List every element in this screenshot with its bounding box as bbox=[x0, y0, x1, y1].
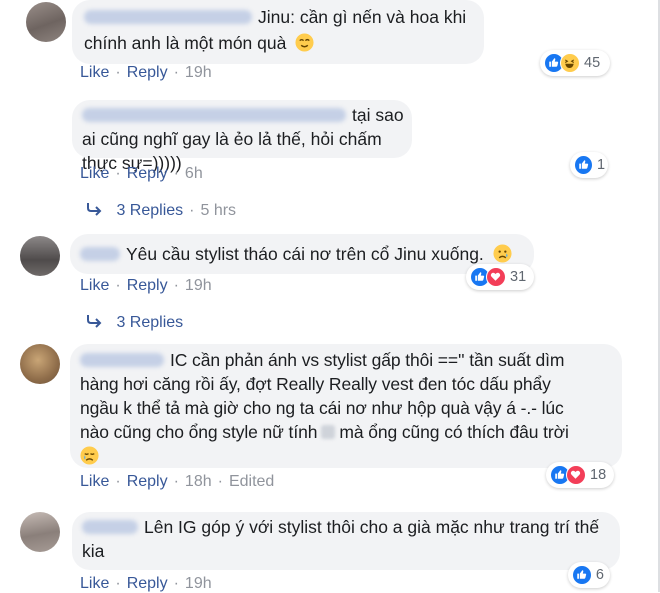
avatar[interactable] bbox=[20, 512, 60, 552]
reply-arrow-icon bbox=[87, 203, 102, 216]
reaction-count: 1 bbox=[597, 157, 606, 173]
reply-link[interactable]: Reply bbox=[127, 64, 168, 81]
like-link[interactable]: Like bbox=[80, 64, 109, 81]
avatar[interactable] bbox=[20, 344, 60, 384]
comment-text: Jinu: cần gì nến và hoa khi chính anh là… bbox=[84, 7, 467, 53]
comment-actions: Like · Reply · 6h bbox=[80, 165, 203, 182]
author-name-hidden[interactable] bbox=[82, 108, 346, 122]
haha-reaction-icon bbox=[560, 53, 580, 73]
reply-link[interactable]: Reply bbox=[127, 165, 168, 182]
replies-count[interactable]: 3 Replies bbox=[116, 202, 183, 219]
avatar[interactable] bbox=[20, 236, 60, 276]
author-name-hidden[interactable] bbox=[82, 520, 138, 534]
reaction-summary[interactable]: 18 bbox=[546, 462, 614, 488]
author-name-hidden[interactable] bbox=[84, 10, 252, 24]
view-replies-link[interactable]: 3 Replies · 5 hrs bbox=[86, 202, 236, 220]
relieved-face-emoji-icon bbox=[295, 33, 314, 52]
comment-bubble: IC cần phản ánh vs stylist gấp thôi ==''… bbox=[70, 344, 622, 468]
comment-actions: Like · Reply · 19h bbox=[80, 575, 212, 592]
timestamp[interactable]: 6h bbox=[185, 165, 203, 182]
reaction-summary[interactable]: 1 bbox=[570, 152, 608, 178]
avatar[interactable] bbox=[26, 2, 66, 42]
crying-face-emoji-icon bbox=[80, 446, 99, 465]
reply-arrow-icon bbox=[87, 315, 102, 328]
reply-link[interactable]: Reply bbox=[127, 277, 168, 294]
reaction-count: 6 bbox=[595, 567, 604, 583]
comment-actions: Like · Reply · 19h bbox=[80, 277, 212, 294]
like-link[interactable]: Like bbox=[80, 277, 109, 294]
reaction-count: 18 bbox=[590, 467, 607, 483]
author-name-hidden[interactable] bbox=[80, 247, 120, 261]
timestamp[interactable]: 19h bbox=[185, 64, 212, 81]
comment-text: Lên IG góp ý với stylist thôi cho a già … bbox=[82, 517, 600, 561]
like-reaction-icon bbox=[572, 565, 592, 585]
reaction-count: 31 bbox=[510, 269, 527, 285]
comment-bubble: tại sao ai cũng nghĩ gay là ẻo lả thế, h… bbox=[72, 100, 412, 173]
comment-text: Yêu cầu stylist tháo cái nơ trên cổ Jinu… bbox=[80, 242, 534, 266]
author-name-hidden[interactable] bbox=[80, 353, 164, 367]
timestamp[interactable]: 18h bbox=[185, 473, 212, 490]
like-link[interactable]: Like bbox=[80, 575, 109, 592]
censored-word bbox=[321, 425, 336, 439]
edited-label[interactable]: Edited bbox=[229, 473, 274, 490]
like-reaction-icon bbox=[574, 155, 593, 175]
comment-bubble: Yêu cầu stylist tháo cái nơ trên cổ Jinu… bbox=[70, 234, 534, 274]
comment-text: IC cần phản ánh vs stylist gấp thôi ==''… bbox=[80, 348, 622, 468]
view-replies-link[interactable]: 3 Replies bbox=[86, 314, 183, 332]
comment-bubble: Jinu: cần gì nến và hoa khi chính anh là… bbox=[72, 0, 484, 64]
comment-actions: Like · Reply · 19h bbox=[80, 64, 212, 81]
reaction-summary[interactable]: 31 bbox=[466, 264, 534, 290]
reaction-summary[interactable]: 6 bbox=[568, 562, 610, 588]
reply-link[interactable]: Reply bbox=[127, 575, 168, 592]
timestamp[interactable]: 19h bbox=[185, 575, 212, 592]
disappointed-face-emoji-icon bbox=[493, 244, 512, 263]
reaction-count: 45 bbox=[584, 55, 601, 71]
replies-time: 5 hrs bbox=[200, 202, 237, 219]
reaction-summary[interactable]: 45 bbox=[540, 50, 610, 76]
replies-count[interactable]: 3 Replies bbox=[116, 314, 183, 331]
like-link[interactable]: Like bbox=[80, 165, 109, 182]
comment-actions: Like · Reply · 18h · Edited bbox=[80, 473, 275, 490]
love-reaction-icon bbox=[566, 465, 586, 485]
love-reaction-icon bbox=[486, 267, 506, 287]
like-link[interactable]: Like bbox=[80, 473, 109, 490]
timestamp[interactable]: 19h bbox=[185, 277, 212, 294]
comment-bubble: Lên IG góp ý với stylist thôi cho a già … bbox=[72, 512, 620, 570]
reply-link[interactable]: Reply bbox=[127, 473, 168, 490]
